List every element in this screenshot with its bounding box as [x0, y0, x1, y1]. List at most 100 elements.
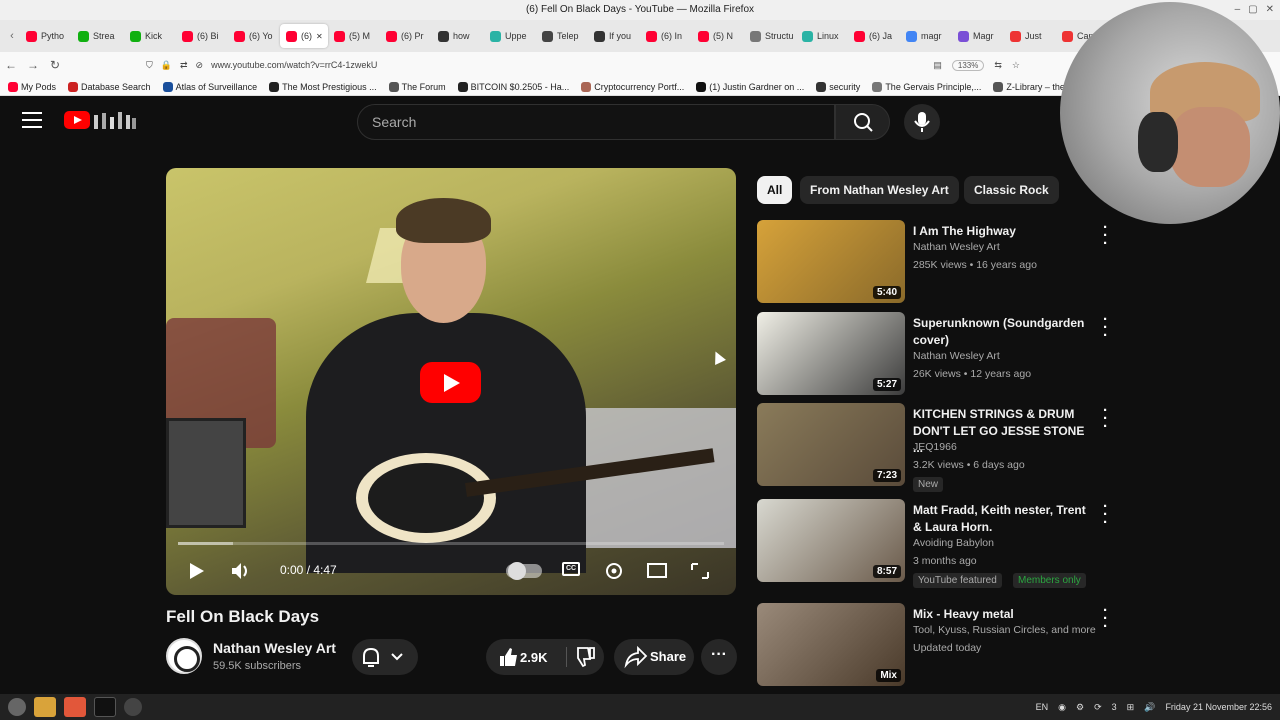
translate-icon[interactable]: ⇆	[994, 60, 1002, 71]
browser-tab[interactable]: Kick	[124, 24, 176, 48]
maximize-button[interactable]: ▢	[1248, 0, 1257, 20]
browser-tab[interactable]: magr	[900, 24, 952, 48]
recommended-video[interactable]: 5:27 Superunknown (Soundgarden cover) Nath…	[757, 312, 1112, 398]
like-count[interactable]: 2.9K	[520, 650, 547, 665]
channel-name[interactable]: Avoiding Babylon	[913, 537, 994, 549]
more-options-icon[interactable]: · · ·	[1103, 220, 1108, 251]
video-thumbnail[interactable]: 8:57	[757, 499, 905, 582]
url-bar[interactable]: ⛉ 🔒 ⇄ ⊘ www.youtube.com/watch?v=rrC4-1zw…	[146, 60, 966, 71]
terminal-icon[interactable]	[94, 697, 116, 717]
more-options-icon[interactable]: · · ·	[1103, 603, 1108, 634]
search-button[interactable]	[835, 104, 890, 140]
play-button[interactable]	[184, 556, 208, 586]
network-icon[interactable]: ⊞	[1127, 702, 1135, 713]
theater-mode-button[interactable]	[646, 556, 668, 586]
fullscreen-button[interactable]	[689, 556, 711, 586]
filter-chip[interactable]: Classic Rock	[964, 176, 1059, 204]
bookmark-item[interactable]: Database Search	[68, 81, 151, 92]
firefox-taskbar-icon[interactable]	[64, 697, 86, 717]
browser-tab[interactable]: (6) Yo	[228, 24, 280, 48]
url-text[interactable]: www.youtube.com/watch?v=rrC4-1zwekU	[211, 60, 377, 70]
browser-tab[interactable]: Magr	[952, 24, 1004, 48]
bookmark-item[interactable]: The Gervais Principle,...	[872, 81, 981, 92]
like-icon[interactable]	[492, 639, 522, 675]
youtube-logo[interactable]	[64, 111, 90, 129]
browser-tab[interactable]: Telep	[536, 24, 588, 48]
autoplay-toggle[interactable]	[506, 562, 542, 580]
security-icon[interactable]: ⚙	[1076, 702, 1084, 713]
video-progress-bar[interactable]	[178, 542, 724, 545]
video-thumbnail[interactable]: 7:23	[757, 403, 905, 486]
browser-tab[interactable]: Structu	[744, 24, 796, 48]
vpn-icon[interactable]: ◉	[1058, 702, 1066, 713]
recommended-video[interactable]: 5:40 I Am The Highway Nathan Wesley Art 285…	[757, 220, 1112, 306]
captions-button[interactable]: CC	[562, 562, 580, 576]
keyboard-layout[interactable]: EN	[1036, 702, 1049, 712]
share-button[interactable]: Share	[614, 639, 694, 675]
forward-button[interactable]: →	[22, 58, 44, 72]
tray-apps-count[interactable]: 3	[1112, 702, 1117, 712]
bookmark-item[interactable]: security	[816, 81, 860, 92]
more-actions-button[interactable]: ···	[701, 639, 737, 675]
voice-search-button[interactable]	[904, 104, 940, 140]
reload-button[interactable]: ↻	[44, 58, 66, 72]
back-button[interactable]: ←	[0, 58, 22, 72]
video-title[interactable]: Superunknown (Soundgarden cover)	[913, 315, 1093, 349]
browser-tab[interactable]: Linux	[796, 24, 848, 48]
browser-tab[interactable]: (5) M	[328, 24, 380, 48]
youtube-doodle-logo[interactable]	[92, 109, 138, 131]
filter-chip[interactable]: From Nathan Wesley Art	[800, 176, 959, 204]
obs-icon[interactable]	[124, 698, 142, 716]
browser-tab[interactable]: Strea	[72, 24, 124, 48]
video-thumbnail[interactable]: 5:40	[757, 220, 905, 303]
channel-name[interactable]: Tool, Kyuss, Russian Circles, and more	[913, 624, 1096, 636]
recommended-video[interactable]: Mix Mix - Heavy metal Tool, Kyuss, Russian…	[757, 603, 1112, 689]
bookmark-item[interactable]: My Pods	[8, 81, 56, 92]
hamburger-menu-icon[interactable]	[22, 112, 42, 133]
large-play-button[interactable]	[420, 362, 481, 403]
permissions-icon[interactable]: ⇄	[180, 60, 188, 71]
browser-tab[interactable]: how	[432, 24, 484, 48]
zoom-level[interactable]: 133%	[951, 59, 985, 71]
more-options-icon[interactable]: · · ·	[1103, 312, 1108, 343]
browser-tab[interactable]: Pytho	[20, 24, 72, 48]
more-options-icon[interactable]: · · ·	[1103, 499, 1108, 530]
video-player[interactable]: 0:00 / 4:47 CC	[166, 168, 736, 595]
bookmark-item[interactable]: Atlas of Surveillance	[162, 81, 257, 92]
video-title[interactable]: Mix - Heavy metal	[913, 606, 1093, 623]
tracking-icon[interactable]: ⊘	[196, 60, 204, 71]
recommended-video[interactable]: 8:57 Matt Fradd, Keith nester, Trent & La…	[757, 499, 1112, 588]
notifications-button[interactable]	[352, 639, 418, 675]
volume-button[interactable]	[226, 556, 254, 586]
video-title[interactable]: I Am The Highway	[913, 223, 1093, 240]
shield-icon[interactable]: ⛉	[146, 60, 153, 71]
bookmark-item[interactable]: (1) Justin Gardner on ...	[696, 81, 804, 92]
browser-tab[interactable]: (6) ✕	[280, 24, 328, 48]
start-menu-icon[interactable]	[8, 698, 26, 716]
channel-avatar[interactable]	[166, 638, 202, 674]
browser-tab[interactable]: (6) Bi	[176, 24, 228, 48]
clock[interactable]: Friday 21 November 22:56	[1165, 702, 1272, 712]
video-thumbnail[interactable]: Mix	[757, 603, 905, 686]
browser-tab[interactable]: Just	[1004, 24, 1056, 48]
browser-tab[interactable]: (6) Pr	[380, 24, 432, 48]
search-input[interactable]: Search	[357, 104, 835, 140]
tab-scroll-left-icon[interactable]: ‹	[4, 30, 20, 42]
video-thumbnail[interactable]: 5:27	[757, 312, 905, 395]
file-manager-icon[interactable]	[34, 697, 56, 717]
minimize-button[interactable]: –	[1235, 0, 1241, 20]
settings-button[interactable]	[602, 556, 626, 586]
browser-tab[interactable]: If you	[588, 24, 640, 48]
dislike-icon[interactable]	[570, 639, 600, 675]
close-window-button[interactable]: ✕	[1266, 0, 1274, 20]
close-tab-icon[interactable]: ✕	[316, 32, 323, 41]
recommended-video[interactable]: 7:23 KITCHEN STRINGS & DRUM DON'T LET GO …	[757, 403, 1112, 492]
bookmark-item[interactable]: BITCOIN $0.2505 - Ha...	[457, 81, 569, 92]
channel-name[interactable]: Nathan Wesley Art	[913, 350, 1000, 362]
browser-tab[interactable]: (5) N	[692, 24, 744, 48]
update-icon[interactable]: ⟳	[1094, 702, 1102, 713]
bookmark-item[interactable]: Cryptocurrency Portf...	[581, 81, 684, 92]
reader-view-icon[interactable]: ▤	[933, 60, 942, 71]
volume-tray-icon[interactable]: 🔊	[1144, 702, 1155, 713]
video-title[interactable]: Matt Fradd, Keith nester, Trent & Laura …	[913, 502, 1093, 536]
